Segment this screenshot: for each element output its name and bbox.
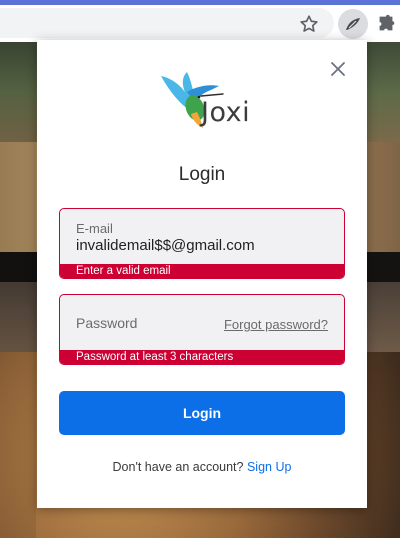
email-label: E-mail	[76, 221, 113, 236]
browser-toolbar	[0, 5, 400, 42]
password-error-message: Password at least 3 characters	[60, 350, 344, 364]
email-field[interactable]: E-mail invalidemail$$@gmail.com Enter a …	[59, 208, 345, 279]
password-field[interactable]: Password Forgot password? Password at le…	[59, 294, 345, 365]
close-icon[interactable]	[329, 60, 347, 78]
logo-text: Joxi	[201, 97, 251, 128]
forgot-password-link[interactable]: Forgot password?	[224, 317, 328, 332]
puzzle-icon[interactable]	[375, 13, 397, 35]
email-value[interactable]: invalidemail$$@gmail.com	[76, 237, 255, 254]
signup-row: Don't have an account? Sign Up	[37, 460, 367, 474]
password-placeholder: Password	[76, 315, 138, 331]
page-title: Login	[178, 164, 226, 185]
address-bar[interactable]	[0, 8, 334, 38]
email-error-message: Enter a valid email	[60, 264, 344, 278]
star-icon[interactable]	[298, 13, 320, 35]
login-popup: Joxi Login E-mail invalidemail$$@gmail.c…	[37, 40, 367, 508]
signup-prompt: Don't have an account?	[112, 460, 244, 474]
login-button[interactable]: Login	[59, 391, 345, 435]
signup-link[interactable]: Sign Up	[247, 460, 291, 474]
joxi-extension-icon[interactable]	[338, 9, 368, 39]
